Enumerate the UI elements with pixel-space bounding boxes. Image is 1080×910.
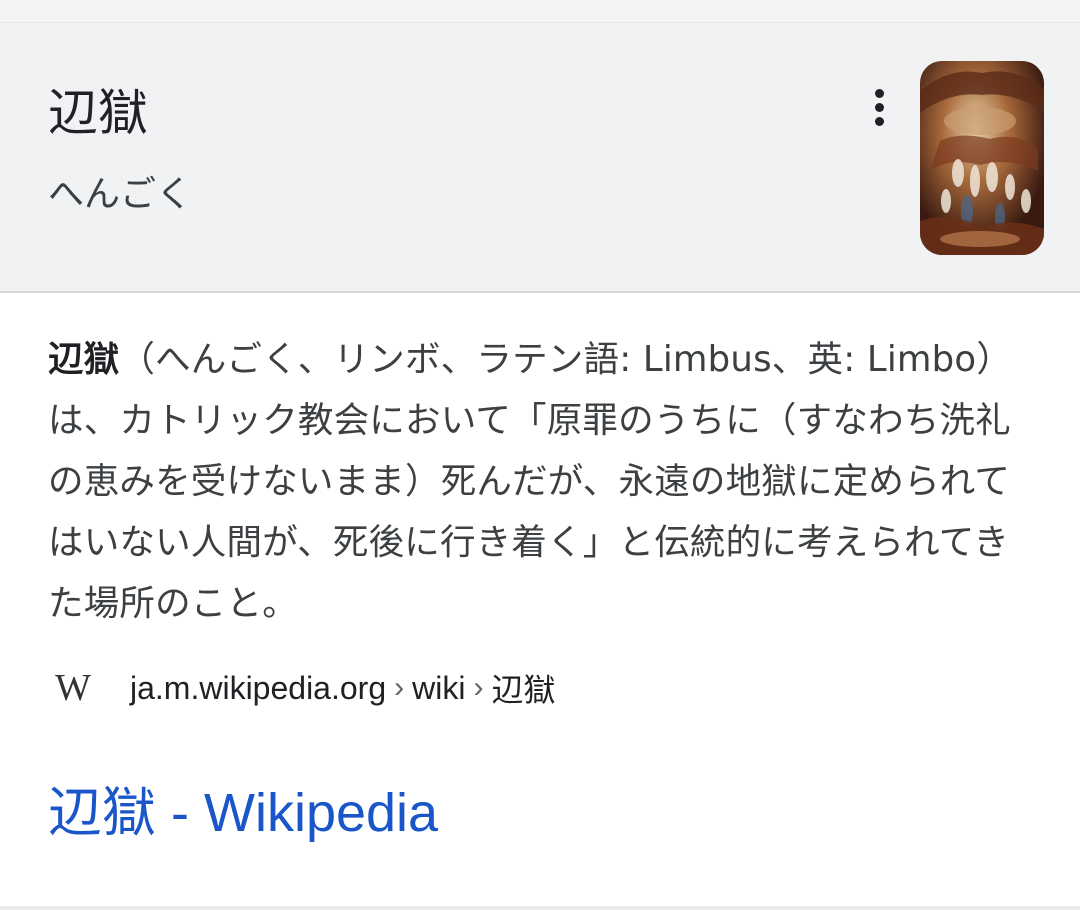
entity-title: 辺獄 [48,84,148,142]
menu-dot [874,116,884,126]
entity-description: 辺獄（へんごく、リンボ、ラテン語: Limbus、英: Limbo）は、カトリッ… [48,329,1023,634]
wikipedia-logo-icon: W [55,667,91,709]
more-vert-icon[interactable] [858,81,900,133]
divider [0,906,1080,910]
description-term: 辺獄 [48,339,120,380]
source-path-wiki: wiki [412,669,466,706]
knowledge-panel: 辺獄 へんごく 辺獄（へんごく、リンボ、ラテン語: Limbus、英: Limb… [0,22,1080,906]
breadcrumb-separator: › [394,671,405,704]
painting-thumbnail[interactable] [920,61,1044,255]
menu-dot [874,88,884,98]
source-domain: ja.m.wikipedia.org [130,669,387,706]
panel-header: 辺獄 へんごく [0,23,1080,293]
wikipedia-result-link[interactable]: 辺獄 - Wikipedia [48,778,438,848]
source-breadcrumb[interactable]: W ja.m.wikipedia.org › wiki › 辺獄 [48,663,555,713]
menu-dot [874,102,884,112]
entity-reading: へんごく [48,174,193,215]
description-text: （へんごく、リンボ、ラテン語: Limbus、英: Limbo）は、カトリック教… [48,339,1013,624]
source-path-article: 辺獄 [491,672,556,708]
breadcrumb-separator: › [473,671,484,704]
